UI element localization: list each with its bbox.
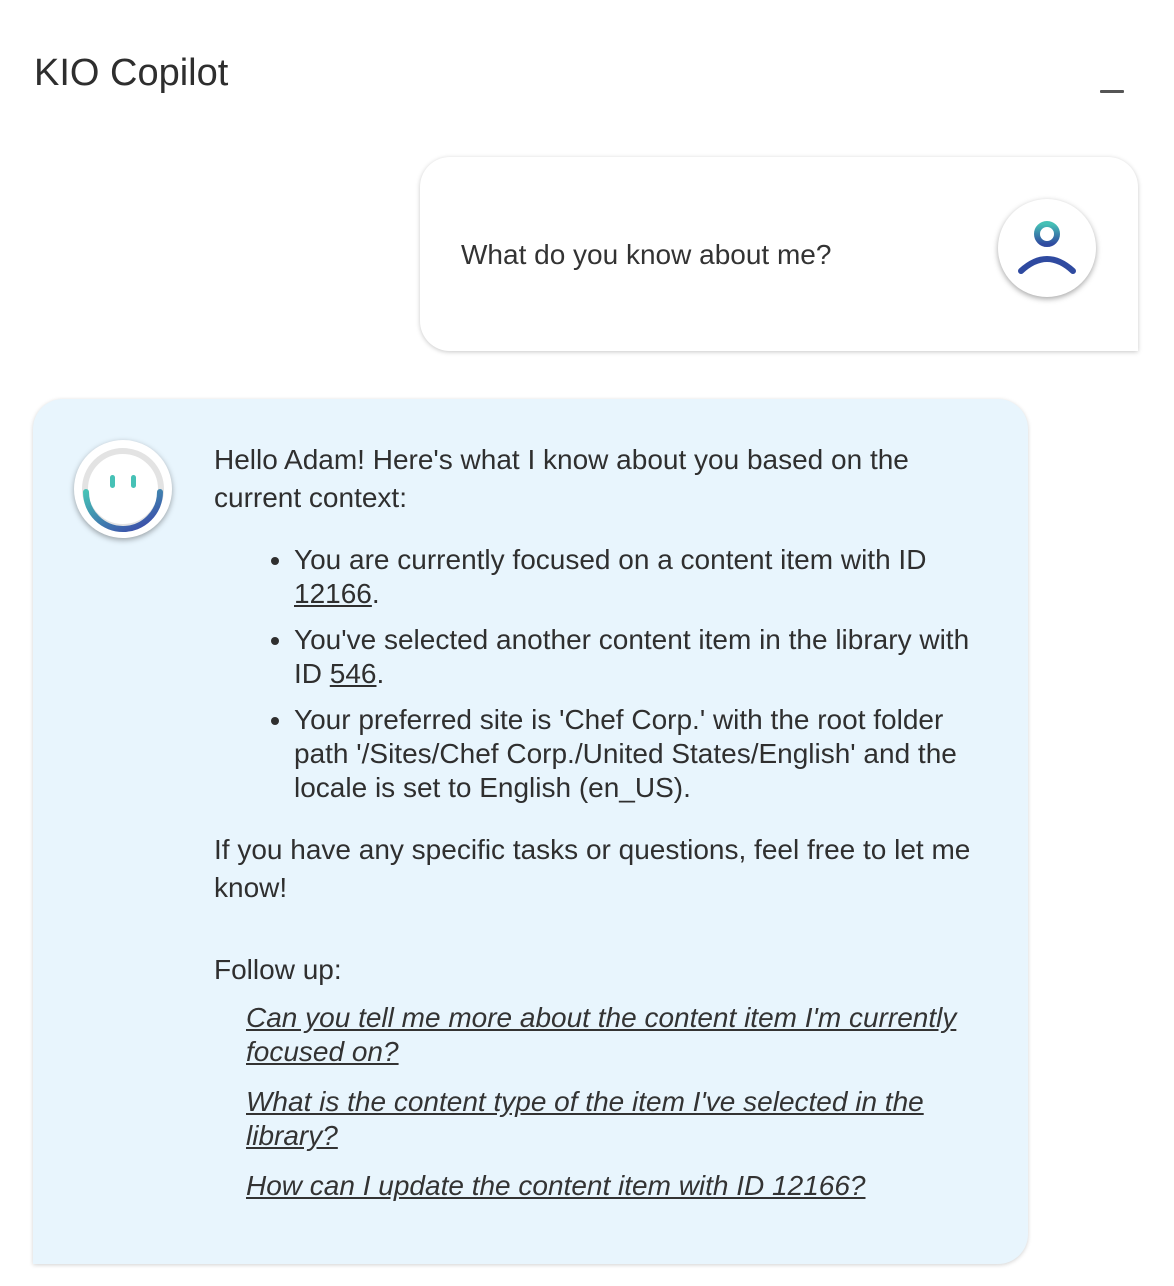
bot-message-content: Hello Adam! Here's what I know about you… [214,441,984,1219]
followup-list: Can you tell me more about the content i… [246,1001,984,1203]
followup-suggestion-link[interactable]: Can you tell me more about the content i… [246,1001,984,1069]
content-id-link[interactable]: 12166 [294,578,372,609]
bot-message-bubble: Hello Adam! Here's what I know about you… [33,399,1028,1264]
minimize-button[interactable] [1096,78,1128,102]
fact-text-end: . [371,578,380,609]
minimize-icon [1100,90,1124,93]
bot-avatar [74,440,172,538]
list-item: You are currently focused on a content i… [294,543,984,611]
user-avatar [998,199,1096,297]
fact-text: You've selected another content item in … [294,624,970,689]
app-title: KIO Copilot [34,52,229,94]
bot-intro-text: Hello Adam! Here's what I know about you… [214,444,909,513]
fact-text: Your preferred site is 'Chef Corp.' with… [294,704,957,803]
user-message-text: What do you know about me? [461,239,832,270]
smiley-bot-icon [82,448,164,532]
fact-text-end: . [376,658,385,689]
context-facts-list: You are currently focused on a content i… [214,543,984,805]
fact-text: You are currently focused on a content i… [294,544,927,575]
bot-closing-text: If you have any specific tasks or questi… [214,834,971,903]
content-id-link[interactable]: 546 [330,658,377,689]
list-item: Your preferred site is 'Chef Corp.' with… [294,703,984,805]
list-item: You've selected another content item in … [294,623,984,691]
followup-suggestion-link[interactable]: How can I update the content item with I… [246,1169,984,1203]
followup-label: Follow up: [214,954,342,985]
followup-suggestion-link[interactable]: What is the content type of the item I'v… [246,1085,984,1153]
user-avatar-icon [1018,221,1076,274]
user-message-bubble: What do you know about me? [420,157,1138,351]
